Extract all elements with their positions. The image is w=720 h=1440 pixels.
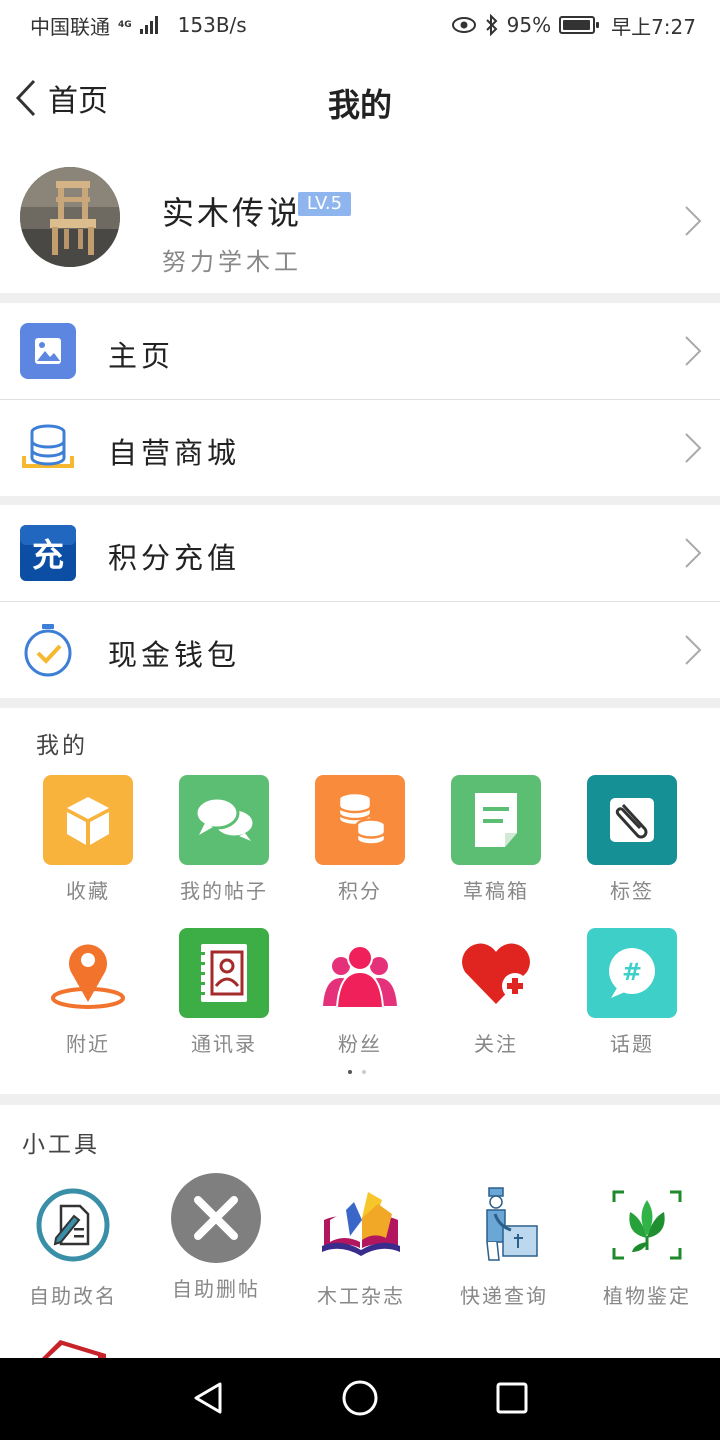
tool-plant-id[interactable]: 植物鉴定	[579, 1180, 715, 1309]
tool-delete-post[interactable]: 自助删帖	[148, 1173, 284, 1302]
menu-label: 自营商城	[108, 436, 241, 470]
system-nav-bar	[0, 1358, 720, 1440]
grid-item-tags[interactable]: 标签	[564, 775, 700, 904]
location-pin-icon	[51, 944, 125, 1009]
clock: 早上7:27	[611, 14, 696, 39]
edit-document-icon	[36, 1188, 110, 1262]
grid-item-drafts[interactable]: 草稿箱	[428, 775, 564, 904]
grid-label: 通讯录	[191, 1032, 257, 1056]
grid-label: 我的帖子	[180, 879, 268, 903]
bluetooth-icon	[485, 14, 498, 36]
battery-percent: 95%	[506, 13, 552, 37]
svg-text:充: 充	[32, 536, 64, 574]
grid-label: 木工杂志	[317, 1284, 405, 1308]
grid-label: 快递查询	[460, 1284, 548, 1308]
chevron-right-icon	[685, 336, 702, 366]
delivery-icon	[486, 1187, 538, 1261]
recents-square-icon[interactable]	[492, 1378, 532, 1418]
profile-card[interactable]: 实木传说 LV.5 努力学木工	[0, 150, 720, 293]
grid-item-points[interactable]: 积分	[292, 775, 428, 904]
grid-item-fans[interactable]: 粉丝	[292, 928, 428, 1057]
box-icon	[43, 775, 133, 865]
network-speed: 153B/s	[177, 13, 247, 37]
menu-label: 积分充值	[108, 541, 241, 575]
menu-label: 现金钱包	[108, 638, 241, 672]
battery-icon	[559, 16, 600, 34]
coin-stack-icon	[22, 424, 74, 468]
section-title: 我的	[36, 733, 88, 759]
tool-rename[interactable]: 自助改名	[5, 1180, 141, 1309]
grid-label: 积分	[338, 879, 382, 903]
plant-scan-icon	[612, 1190, 682, 1260]
grid-label: 粉丝	[338, 1032, 382, 1056]
chevron-right-icon	[685, 538, 702, 568]
signal-icon	[139, 16, 158, 34]
book-icon[interactable]	[38, 1336, 108, 1358]
status-bar: 中国联通 4G 153B/s 95% 早上7:27	[0, 0, 720, 50]
image-icon	[20, 323, 76, 379]
delete-circle-icon	[171, 1173, 261, 1263]
hashtag-bubble-icon: #	[587, 928, 677, 1018]
back-triangle-icon[interactable]	[188, 1378, 228, 1418]
coins-icon	[315, 775, 405, 865]
page-indicator	[348, 1070, 366, 1074]
chevron-right-icon	[685, 206, 702, 236]
menu-row-recharge[interactable]: 充 积分充值	[0, 505, 720, 601]
grid-label: 收藏	[66, 879, 110, 903]
recharge-icon: 充	[20, 525, 76, 581]
heart-plus-icon	[462, 943, 530, 1004]
svg-text:#: #	[622, 958, 642, 986]
grid-item-favorites[interactable]: 收藏	[20, 775, 156, 904]
carrier-label: 中国联通	[30, 14, 110, 39]
network-type: 4G	[118, 19, 132, 30]
eye-icon	[451, 17, 476, 33]
user-signature: 努力学木工	[162, 248, 302, 276]
grid-label: 标签	[610, 879, 654, 903]
home-circle-icon[interactable]	[340, 1378, 380, 1418]
chevron-right-icon	[685, 433, 702, 463]
paperclip-icon	[587, 775, 677, 865]
chevron-right-icon	[685, 635, 702, 665]
username: 实木传说	[162, 194, 303, 232]
grid-item-contacts[interactable]: 通讯录	[156, 928, 292, 1057]
page-title: 我的	[327, 86, 392, 124]
menu-row-home[interactable]: 主页	[0, 303, 720, 399]
chat-bubbles-icon	[179, 775, 269, 865]
menu-row-wallet[interactable]: 现金钱包	[0, 602, 720, 698]
title-bar: 首页 我的	[0, 50, 720, 150]
grid-item-topics[interactable]: # 话题	[564, 928, 700, 1057]
grid-label: 草稿箱	[463, 879, 529, 903]
people-icon	[323, 945, 397, 1009]
grid-label: 自助删帖	[172, 1277, 260, 1301]
grid-item-following[interactable]: 关注	[428, 928, 564, 1057]
grid-label: 关注	[474, 1032, 518, 1056]
grid-label: 植物鉴定	[603, 1284, 691, 1308]
section-title: 小工具	[22, 1132, 100, 1158]
tool-magazine[interactable]: 木工杂志	[293, 1180, 429, 1309]
draft-icon	[451, 775, 541, 865]
grid-label: 附近	[66, 1032, 110, 1056]
grid-label: 自助改名	[29, 1284, 117, 1308]
grid-item-nearby[interactable]: 附近	[20, 928, 156, 1057]
avatar	[20, 167, 120, 267]
tool-express-query[interactable]: 快递查询	[436, 1180, 572, 1309]
level-badge: LV.5	[298, 192, 351, 216]
stopwatch-check-icon	[24, 624, 72, 677]
menu-label: 主页	[108, 339, 175, 373]
contacts-book-icon	[179, 928, 269, 1018]
grid-label: 话题	[610, 1032, 654, 1056]
menu-row-store[interactable]: 自营商城	[0, 400, 720, 496]
open-book-icon	[322, 1192, 400, 1256]
grid-item-my-posts[interactable]: 我的帖子	[156, 775, 292, 904]
